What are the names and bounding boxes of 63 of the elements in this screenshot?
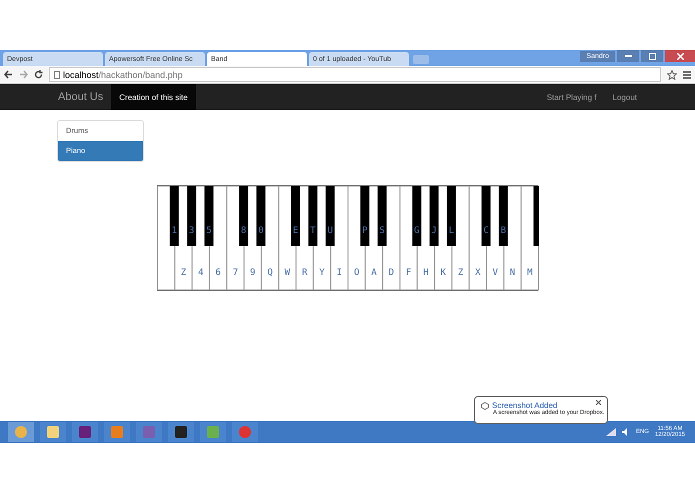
key-label: 1 bbox=[172, 226, 178, 236]
key-label: Z bbox=[458, 268, 464, 278]
key-label: 3 bbox=[188, 226, 194, 236]
key-label: D bbox=[388, 268, 394, 278]
nav-link[interactable]: Creation of this site bbox=[111, 84, 196, 110]
key-label: Q bbox=[267, 268, 273, 278]
nav-link[interactable]: Start Playing f bbox=[538, 84, 605, 110]
key-label: V bbox=[492, 268, 498, 278]
taskbar-button[interactable] bbox=[72, 422, 98, 442]
close-icon[interactable] bbox=[596, 400, 601, 405]
reload-icon[interactable] bbox=[34, 70, 43, 79]
close-icon bbox=[676, 52, 684, 60]
key-label: I bbox=[336, 268, 342, 278]
key-label: 5 bbox=[206, 226, 212, 236]
key-label: C bbox=[483, 226, 489, 236]
brand-link[interactable]: About Us bbox=[50, 84, 112, 110]
key-label: K bbox=[440, 268, 446, 278]
key-label: 6 bbox=[215, 268, 221, 278]
star-icon[interactable] bbox=[667, 70, 677, 80]
key-label: E bbox=[292, 226, 298, 236]
key-label: X bbox=[475, 268, 481, 278]
forward-icon[interactable] bbox=[19, 70, 28, 79]
page-icon bbox=[54, 70, 60, 78]
key-label: 7 bbox=[232, 268, 238, 278]
minimize-icon bbox=[624, 55, 632, 57]
key-label: G bbox=[414, 226, 420, 236]
key-label: T bbox=[310, 226, 316, 236]
key-label: J bbox=[431, 226, 437, 236]
network-icon[interactable] bbox=[606, 428, 616, 436]
key-label: W bbox=[284, 268, 290, 278]
taskbar-button[interactable] bbox=[168, 422, 194, 442]
close-button[interactable] bbox=[665, 50, 695, 62]
key-label: Y bbox=[319, 268, 325, 278]
piano-keyboard-drawing[interactable] bbox=[157, 185, 539, 291]
key-label: O bbox=[354, 268, 360, 278]
key-label: B bbox=[500, 226, 506, 236]
key-label: 8 bbox=[240, 226, 246, 236]
key-label: 0 bbox=[258, 226, 264, 236]
key-label: R bbox=[302, 268, 308, 278]
speaker-icon[interactable] bbox=[622, 428, 630, 436]
key-label: L bbox=[448, 226, 454, 236]
key-label: Z bbox=[180, 268, 186, 278]
back-icon[interactable] bbox=[4, 70, 13, 79]
key-label: U bbox=[327, 226, 333, 236]
address-field[interactable]: localhost/hackathon/band.php bbox=[49, 67, 661, 82]
key-label: M bbox=[527, 268, 533, 278]
menu-icon[interactable] bbox=[683, 70, 691, 78]
round-app-icon bbox=[14, 426, 28, 438]
key-label: 4 bbox=[198, 268, 204, 278]
key-label: F bbox=[406, 268, 412, 278]
notification-title: Screenshot Added bbox=[492, 401, 558, 410]
maximize-icon bbox=[648, 52, 656, 60]
key-label: 9 bbox=[250, 268, 256, 278]
key-label: H bbox=[423, 268, 429, 278]
maximize-button[interactable] bbox=[641, 50, 663, 62]
taskbar-button[interactable] bbox=[40, 422, 66, 442]
key-label: S bbox=[379, 226, 385, 236]
key-label: P bbox=[362, 226, 368, 236]
minimize-button[interactable] bbox=[617, 50, 639, 62]
record-icon bbox=[238, 426, 252, 438]
nav-link[interactable]: Logout bbox=[604, 84, 645, 110]
key-label: N bbox=[510, 268, 516, 278]
key-label: A bbox=[371, 268, 377, 278]
